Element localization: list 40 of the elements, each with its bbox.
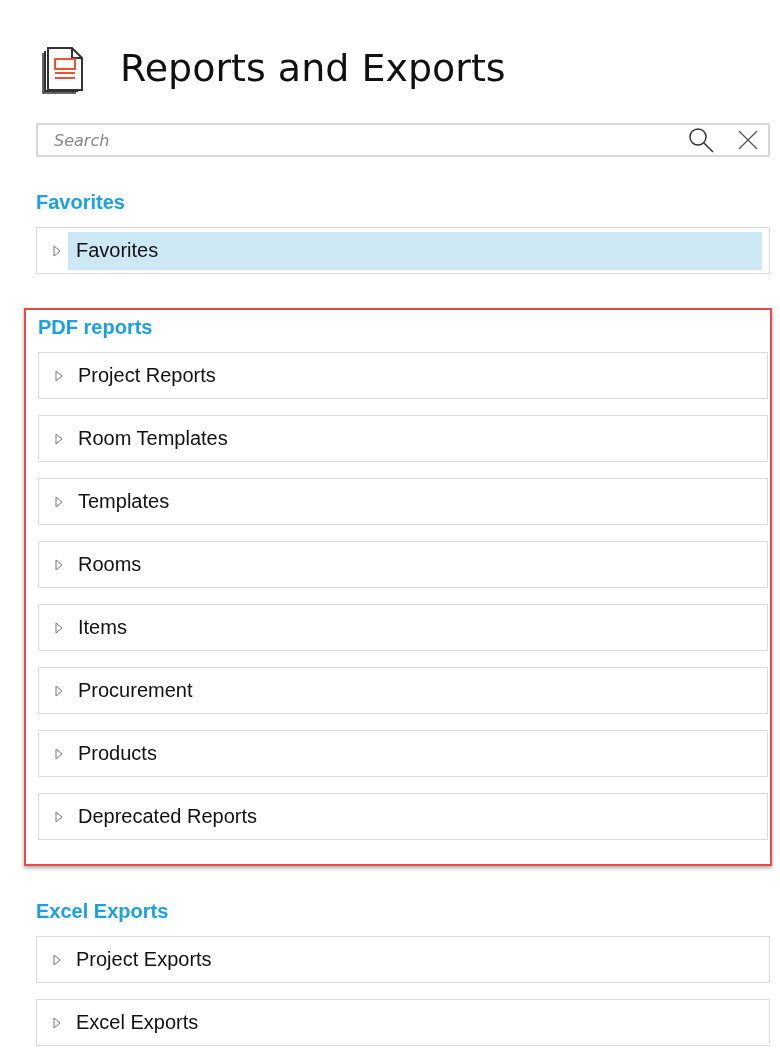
accordion-row[interactable]: Items [38, 604, 768, 651]
accordion-label: Procurement [77, 678, 194, 703]
accordion-label: Project Exports [75, 947, 213, 972]
accordion-label: Deprecated Reports [77, 804, 258, 829]
caret-icon [53, 953, 61, 966]
caret-icon [55, 558, 63, 571]
search-field[interactable]: Search [36, 123, 770, 157]
accordion-row[interactable]: Project Reports [38, 352, 768, 399]
section-heading: Favorites [36, 191, 126, 214]
page-title: Reports and Exports [120, 46, 506, 90]
accordion-label: Items [77, 615, 128, 640]
accordion-label: Project Reports [77, 363, 217, 388]
caret-icon [53, 1016, 61, 1029]
accordion-label: Room Templates [77, 426, 229, 451]
accordion-label: Favorites [68, 231, 762, 270]
caret-icon [53, 244, 61, 257]
accordion-label: Templates [77, 489, 171, 514]
accordion-row[interactable]: Room Templates [38, 415, 768, 462]
accordion-row[interactable]: Favorites [36, 227, 770, 274]
accordion-row[interactable]: Project Exports [36, 936, 770, 983]
search-icon[interactable] [688, 127, 714, 153]
caret-icon [55, 747, 63, 760]
caret-icon [55, 495, 63, 508]
accordion-label: Excel Exports [75, 1010, 200, 1035]
accordion-row[interactable]: Rooms [38, 541, 768, 588]
caret-icon [55, 621, 63, 634]
section-heading: Excel Exports [36, 900, 170, 923]
caret-icon [55, 684, 63, 697]
caret-icon [55, 432, 63, 445]
accordion-row[interactable]: Products [38, 730, 768, 777]
accordion-row[interactable]: Procurement [38, 667, 768, 714]
accordion-label: Rooms [77, 552, 143, 577]
caret-icon [55, 810, 63, 823]
accordion-row[interactable]: Deprecated Reports [38, 793, 768, 840]
caret-icon [55, 369, 63, 382]
accordion-row[interactable]: Excel Exports [36, 999, 770, 1046]
accordion-row[interactable]: Templates [38, 478, 768, 525]
accordion-label: Products [77, 741, 158, 766]
section-heading: PDF reports [38, 316, 154, 339]
close-icon[interactable] [738, 130, 758, 150]
